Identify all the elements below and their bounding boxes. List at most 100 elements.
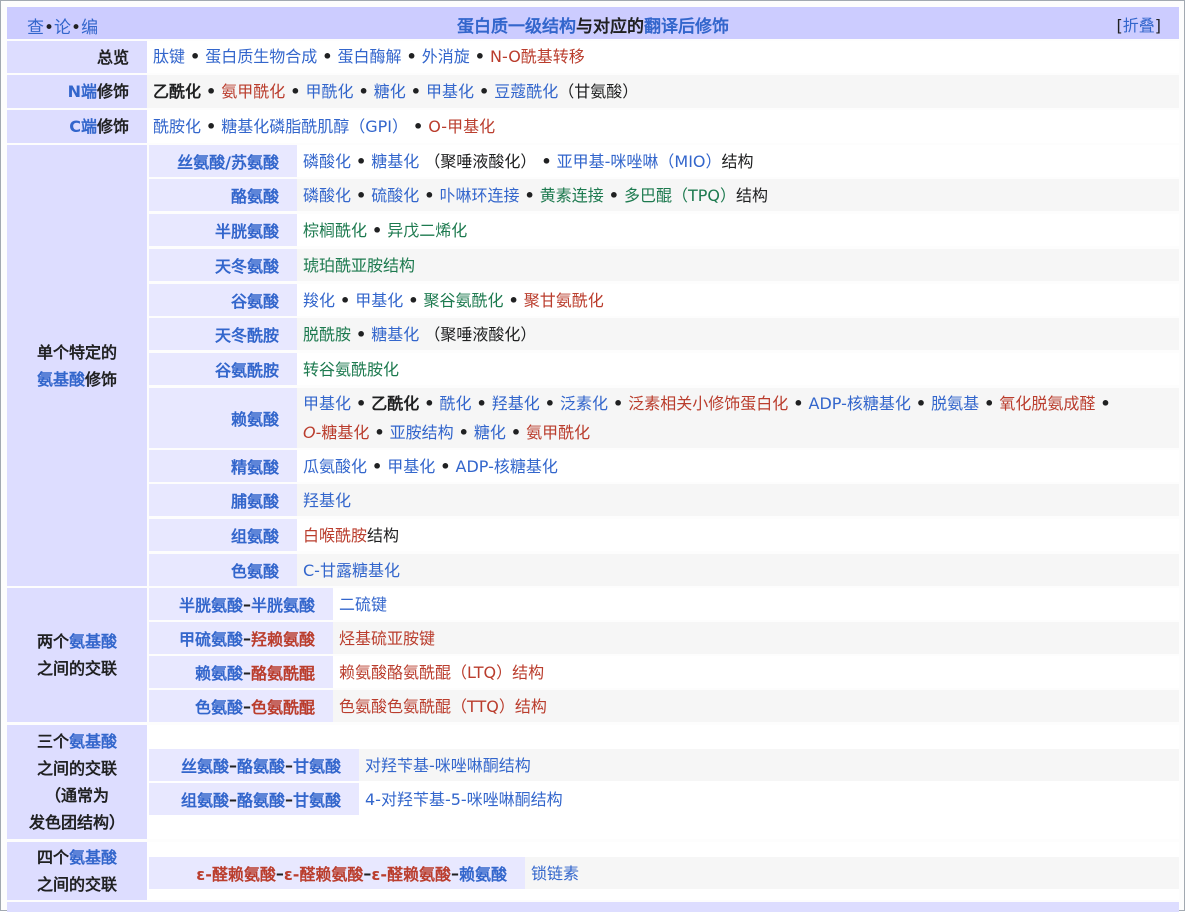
title-link-ptm[interactable]: 翻译后修饰 (644, 17, 729, 37)
link-imine[interactable]: 亚胺结构 (390, 418, 454, 447)
nterm-glycation[interactable]: 糖化 (374, 77, 406, 107)
nterm-methylation[interactable]: 甲基化 (426, 77, 474, 107)
link-ser[interactable]: 丝氨酸 (181, 753, 229, 777)
link-desmosine[interactable]: 锁链素 (531, 859, 579, 888)
link-sulfilimine[interactable]: 烃基硫亚胺键 (339, 624, 435, 653)
link-adp-ribosylation[interactable]: ADP-核糖基化 (456, 452, 558, 481)
link-flavin[interactable]: 黄素连接 (540, 181, 604, 210)
link-methylation[interactable]: 甲基化 (303, 389, 351, 418)
link-acylation[interactable]: 酰化 (440, 389, 472, 418)
link-tyr[interactable]: 酪氨酸 (231, 183, 279, 207)
link-acetylation[interactable]: 乙酰化 (371, 389, 419, 418)
link-asn[interactable]: 天冬酰胺 (215, 322, 279, 346)
link-polyglycylation[interactable]: 聚甘氨酰化 (524, 286, 604, 315)
cterm-gpi[interactable]: 糖基化磷脂酰肌醇（GPI） (221, 112, 408, 142)
link-ubiquitination[interactable]: 泛素化 (560, 389, 608, 418)
nterm-carbamylation[interactable]: 氨甲酰化 (221, 77, 285, 107)
link-o-glycosylation[interactable]: O-糖基化 (303, 418, 369, 447)
link-phosphorylation[interactable]: 磷酸化 (303, 181, 351, 210)
collapse-link[interactable]: 折叠 (1123, 16, 1155, 35)
link-ltq[interactable]: 赖氨酸酪氨酰醌（LTQ） (339, 658, 512, 687)
link-met[interactable]: 甲硫氨酸 (179, 626, 243, 650)
link-hydroxylation[interactable]: 羟基化 (303, 486, 351, 515)
sublist: 白喉酰胺 结构 (297, 519, 1179, 551)
link-transglutamination[interactable]: 转谷氨酰胺化 (303, 355, 399, 384)
link-oxidative-deamination[interactable]: 氧化脱氨成醛 (999, 389, 1095, 418)
link-allysine[interactable]: ε-醛赖氨酸 (371, 861, 451, 885)
collapse-toggle[interactable]: [折叠] (1116, 12, 1161, 36)
link-peptide-bond[interactable]: 肽键 (153, 42, 185, 72)
link-gly[interactable]: 甘氨酸 (293, 787, 341, 811)
link-arg[interactable]: 精氨酸 (231, 454, 279, 478)
link-his[interactable]: 组氨酸 (231, 523, 279, 547)
link-tryptophyl-quinone[interactable]: 色氨酰醌 (251, 694, 315, 718)
link-sumoylation[interactable]: 泛素相关小修饰蛋白化 (628, 389, 788, 418)
cterm-amidation[interactable]: 酰胺化 (153, 112, 201, 142)
link-deamidation[interactable]: 脱酰胺 (303, 320, 351, 349)
link-diphthamide[interactable]: 白喉酰胺 (303, 521, 367, 550)
nterm-link[interactable]: N端 (68, 78, 97, 105)
link-cys[interactable]: 半胱氨酸 (179, 592, 243, 616)
link-allysine[interactable]: ε-醛赖氨酸 (284, 861, 364, 885)
link-palmitoylation[interactable]: 棕榈酰化 (303, 216, 367, 245)
link-allysine[interactable]: ε-醛赖氨酸 (196, 861, 276, 885)
link-prenylation[interactable]: 异戊二烯化 (387, 216, 467, 245)
nterm-myristoylation[interactable]: 豆蔻酰化 (494, 77, 558, 107)
link-c-mannosylation[interactable]: C-甘露糖基化 (303, 556, 400, 585)
link-hbi-5[interactable]: 4-对羟苄基-5-咪唑啉酮结构 (365, 785, 563, 814)
link-glu[interactable]: 谷氨酸 (231, 288, 279, 312)
link-methylation[interactable]: 甲基化 (355, 286, 403, 315)
two-aa-link[interactable]: 氨基酸 (69, 632, 117, 651)
link-tyr[interactable]: 酪氨酸 (237, 787, 285, 811)
link-glycosylation[interactable]: 糖基化 (371, 147, 419, 176)
link-mio[interactable]: 亚甲基-咪唑啉（MIO） (557, 147, 722, 176)
link-hydroxylation[interactable]: 羟基化 (492, 389, 540, 418)
link-citrullination[interactable]: 瓜氨酸化 (303, 452, 367, 481)
link-trp[interactable]: 色氨酸 (231, 558, 279, 582)
link-racemization[interactable]: 外消旋 (422, 42, 470, 72)
link-ser-thr[interactable]: 丝氨酸/苏氨酸 (177, 149, 279, 173)
three-aa-link[interactable]: 氨基酸 (69, 732, 117, 751)
bullet: • (1100, 394, 1111, 413)
nterm-acetylation[interactable]: 乙酰化 (153, 77, 201, 107)
link-cys[interactable]: 半胱氨酸 (251, 592, 315, 616)
link-adp-ribosylation[interactable]: ADP-核糖基化 (809, 389, 911, 418)
link-cys[interactable]: 半胱氨酸 (215, 218, 279, 242)
link-biosynthesis[interactable]: 蛋白质生物合成 (205, 42, 317, 72)
link-disulfide[interactable]: 二硫键 (339, 590, 387, 619)
single-aa-link[interactable]: 氨基酸 (37, 370, 85, 389)
link-proteolysis[interactable]: 蛋白酶解 (338, 42, 402, 72)
link-porphyrin[interactable]: 卟啉环连接 (440, 181, 520, 210)
link-trp[interactable]: 色氨酸 (195, 694, 243, 718)
link-methylation[interactable]: 甲基化 (387, 452, 435, 481)
link-gln[interactable]: 谷氨酰胺 (215, 357, 279, 381)
nterm-formylation[interactable]: 甲酰化 (306, 77, 354, 107)
link-glycation[interactable]: 糖化 (474, 418, 506, 447)
link-deamination[interactable]: 脱氨基 (931, 389, 979, 418)
link-lys[interactable]: 赖氨酸 (195, 660, 243, 684)
link-no-acyl-shift[interactable]: N-O酰基转移 (490, 42, 585, 72)
link-tyrosyl-quinone[interactable]: 酪氨酰醌 (251, 660, 315, 684)
link-ttq[interactable]: 色氨酸色氨酰醌（TTQ） (339, 692, 515, 721)
link-carbamylation[interactable]: 氨甲酰化 (526, 418, 590, 447)
title-link-primary-structure[interactable]: 蛋白质一级结构 (457, 17, 576, 37)
link-lys[interactable]: 赖氨酸 (231, 406, 279, 430)
link-tpq[interactable]: 多巴醌（TPQ） (624, 181, 736, 210)
link-polyglutamylation[interactable]: 聚谷氨酰化 (424, 286, 504, 315)
four-aa-link[interactable]: 氨基酸 (69, 848, 117, 867)
link-hbi[interactable]: 对羟苄基-咪唑啉酮结构 (365, 751, 531, 780)
link-carboxylation[interactable]: 羧化 (303, 286, 335, 315)
link-tyr[interactable]: 酪氨酸 (237, 753, 285, 777)
link-sulfation[interactable]: 硫酸化 (371, 181, 419, 210)
link-glycosylation[interactable]: 糖基化 (371, 320, 419, 349)
link-lys[interactable]: 赖氨酸 (459, 861, 507, 885)
cterm-link[interactable]: C端 (69, 113, 97, 140)
link-hydroxylysine[interactable]: 羟赖氨酸 (251, 626, 315, 650)
link-pro[interactable]: 脯氨酸 (231, 488, 279, 512)
link-phosphorylation[interactable]: 磷酸化 (303, 147, 351, 176)
cterm-o-methylation[interactable]: O-甲基化 (428, 112, 495, 142)
link-his[interactable]: 组氨酸 (181, 787, 229, 811)
link-succinimide[interactable]: 琥珀酰亚胺结构 (303, 251, 415, 280)
link-gly[interactable]: 甘氨酸 (293, 753, 341, 777)
link-asp[interactable]: 天冬氨酸 (215, 253, 279, 277)
